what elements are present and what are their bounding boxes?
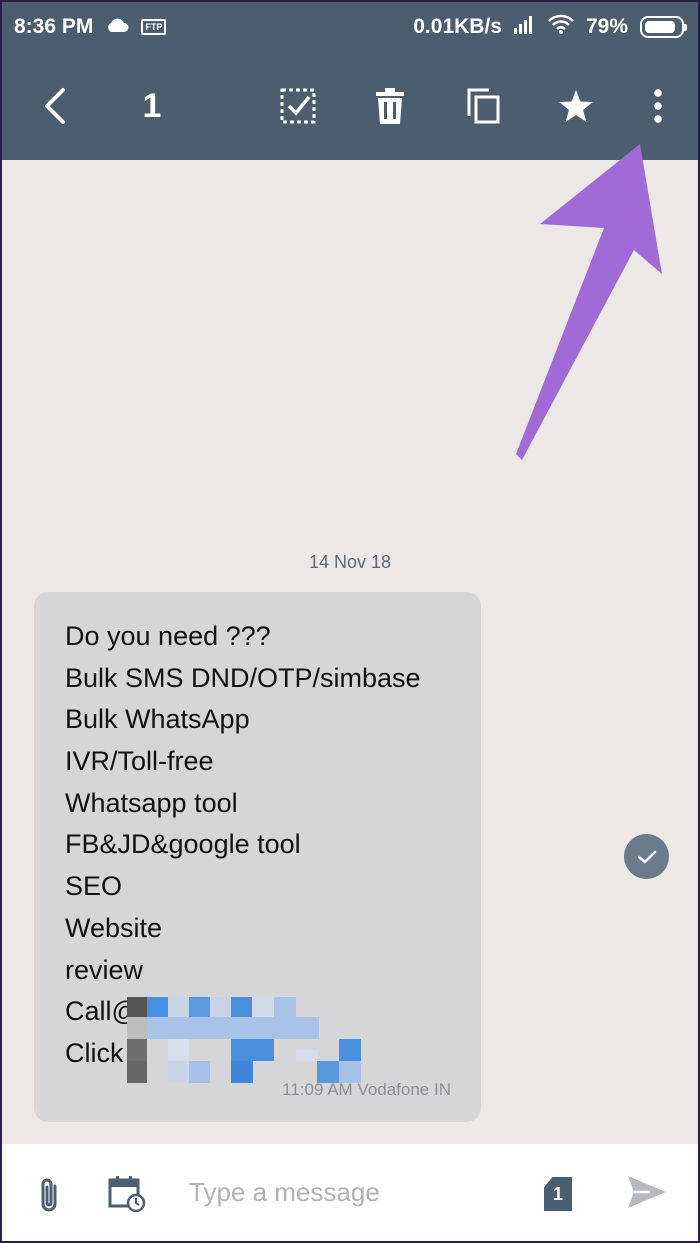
copy-button[interactable] xyxy=(462,52,506,160)
annotation-arrow xyxy=(516,144,662,460)
select-all-button[interactable] xyxy=(274,52,322,160)
wifi-icon xyxy=(548,14,574,40)
cloud-icon xyxy=(105,15,129,39)
selected-check-icon[interactable] xyxy=(624,834,669,879)
more-options-icon xyxy=(654,89,662,123)
message-line: FB&JD&google tool xyxy=(65,829,301,860)
send-icon xyxy=(628,1176,666,1208)
schedule-icon xyxy=(108,1176,146,1213)
date-separator: 14 Nov 18 xyxy=(308,552,392,572)
sim-icon[interactable]: 1 xyxy=(544,1177,572,1211)
back-button[interactable] xyxy=(32,52,76,160)
back-icon xyxy=(45,88,65,124)
compose-bar: Type a message 1 xyxy=(2,1144,698,1241)
delete-icon xyxy=(376,88,404,124)
message-meta: 11:09 AM Vodafone IN xyxy=(282,1080,451,1099)
message-line: Bulk WhatsApp xyxy=(65,704,250,735)
message-line: Bulk SMS DND/OTP/simbase xyxy=(65,662,421,693)
status-bar: 8:36 PM FTP 0.01KB/s 79% xyxy=(2,2,698,52)
message-line: SEO xyxy=(65,871,123,902)
star-icon xyxy=(559,90,593,122)
ftp-icon: FTP xyxy=(141,19,167,35)
send-button[interactable] xyxy=(626,1174,668,1215)
signal-icon xyxy=(513,14,536,40)
copy-icon xyxy=(467,88,500,124)
select-all-icon xyxy=(280,88,316,124)
attach-button[interactable] xyxy=(36,1176,62,1219)
message-line: review xyxy=(65,954,144,985)
message-line: Whatsapp tool xyxy=(65,787,238,818)
network-speed: 0.01KB/s xyxy=(413,15,502,38)
schedule-button[interactable] xyxy=(108,1174,146,1217)
message-input[interactable]: Type a message xyxy=(189,1144,380,1241)
attach-icon xyxy=(41,1178,57,1212)
selected-count: 1 xyxy=(142,86,162,125)
message-line: Do you need ??? xyxy=(65,621,271,651)
delete-button[interactable] xyxy=(368,52,412,160)
battery-percent: 79% xyxy=(585,15,628,38)
battery-icon xyxy=(640,16,687,38)
message-line: IVR/Toll-free xyxy=(65,746,214,777)
message-line: Website xyxy=(65,912,163,943)
status-time: 8:36 PM xyxy=(14,15,94,38)
